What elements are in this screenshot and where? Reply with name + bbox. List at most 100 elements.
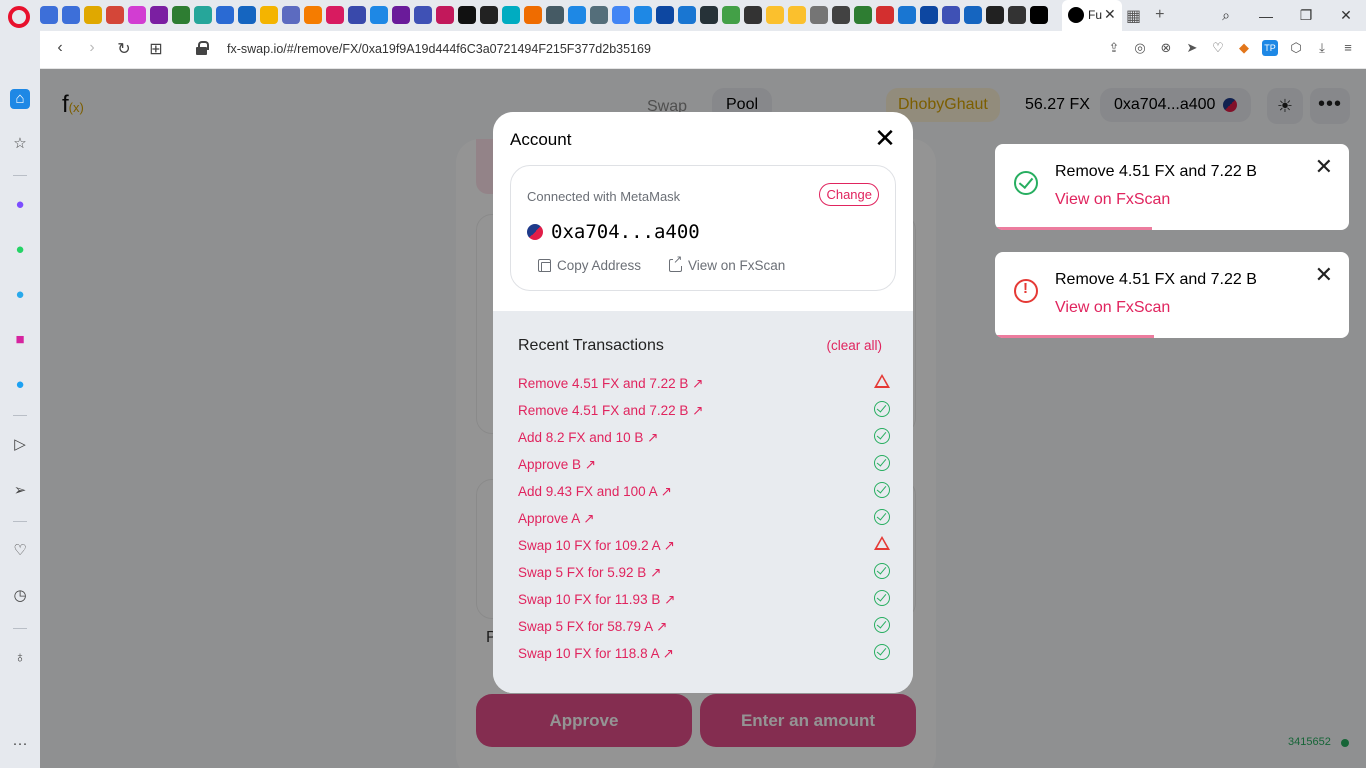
pinned-tab-favicon-icon[interactable] (788, 6, 806, 24)
pinned-tab-favicon-icon[interactable] (656, 6, 674, 24)
toast-fxscan-link[interactable]: View on FxScan (1055, 299, 1170, 317)
change-wallet-button[interactable]: Change (819, 183, 879, 206)
heart-icon[interactable]: ♡ (1210, 40, 1226, 56)
tab-close-icon[interactable]: ✕ (1104, 6, 1116, 23)
pinned-tab-favicon-icon[interactable] (810, 6, 828, 24)
pinned-tab-favicon-icon[interactable] (172, 6, 190, 24)
transaction-item[interactable]: Swap 5 FX for 5.92 B ↗ (518, 563, 890, 590)
transaction-link[interactable]: Swap 10 FX for 118.8 A ↗ (518, 646, 674, 662)
pinned-tab-favicon-icon[interactable] (392, 6, 410, 24)
metamask-icon[interactable]: ◆ (1236, 40, 1252, 56)
pinned-tab-favicon-icon[interactable] (832, 6, 850, 24)
transaction-link[interactable]: Add 9.43 FX and 100 A ↗ (518, 484, 672, 500)
copy-address-button[interactable]: Copy Address (538, 258, 641, 273)
forward-icon[interactable]: › (82, 39, 102, 57)
new-tab-icon[interactable]: + (1155, 6, 1164, 26)
pinned-tab-favicon-icon[interactable] (524, 6, 542, 24)
pinned-tab-favicon-icon[interactable] (414, 6, 432, 24)
pinned-tab-favicon-icon[interactable] (150, 6, 168, 24)
pinned-tab-favicon-icon[interactable] (920, 6, 938, 24)
pinned-tab-favicon-icon[interactable] (370, 6, 388, 24)
toast-fxscan-link[interactable]: View on FxScan (1055, 191, 1170, 209)
pinned-tab-favicon-icon[interactable] (986, 6, 1004, 24)
pinned-tab-favicon-icon[interactable] (854, 6, 872, 24)
pinned-tab-favicon-icon[interactable] (480, 6, 498, 24)
pinned-tab-favicon-icon[interactable] (304, 6, 322, 24)
pinned-tab-favicon-icon[interactable] (216, 6, 234, 24)
send-icon[interactable]: ➤ (1184, 40, 1200, 56)
download-icon[interactable]: ⤓ (1314, 40, 1330, 56)
pinned-tab-favicon-icon[interactable] (634, 6, 652, 24)
opera-logo-icon[interactable] (8, 6, 30, 28)
transaction-item[interactable]: Swap 10 FX for 109.2 A ↗ (518, 536, 890, 563)
messenger-icon[interactable]: ● (10, 195, 30, 215)
search-tabs-icon[interactable]: ⌕ (1206, 7, 1246, 24)
active-tab[interactable]: Fu ✕ (1062, 0, 1122, 31)
transaction-item[interactable]: Remove 4.51 FX and 7.22 B ↗ (518, 401, 890, 428)
transaction-item[interactable]: Remove 4.51 FX and 7.22 B ↗ (518, 374, 890, 401)
camera-icon[interactable]: ◎ (1132, 40, 1148, 56)
pinned-tab-favicon-icon[interactable] (260, 6, 278, 24)
speed-dial-icon[interactable]: ⊞ (146, 39, 166, 59)
player-icon[interactable]: ▷ (10, 435, 30, 455)
transaction-item[interactable]: Add 9.43 FX and 100 A ↗ (518, 482, 890, 509)
transaction-link[interactable]: Swap 5 FX for 5.92 B ↗ (518, 565, 661, 581)
pinned-tab-favicon-icon[interactable] (40, 6, 58, 24)
transaction-link[interactable]: Remove 4.51 FX and 7.22 B ↗ (518, 403, 703, 419)
view-on-fxscan-link[interactable]: View on FxScan (669, 253, 785, 273)
instagram-icon[interactable]: ■ (10, 330, 30, 350)
transaction-item[interactable]: Swap 10 FX for 118.8 A ↗ (518, 644, 890, 671)
transaction-item[interactable]: Approve A ↗ (518, 509, 890, 536)
pinned-tab-favicon-icon[interactable] (876, 6, 894, 24)
extension-tp-icon[interactable]: TP (1262, 40, 1278, 56)
telegram-icon[interactable]: ● (10, 285, 30, 305)
flow-icon[interactable]: ➢ (10, 481, 30, 501)
transaction-link[interactable]: Approve A ↗ (518, 511, 595, 527)
transaction-item[interactable]: Add 8.2 FX and 10 B ↗ (518, 428, 890, 455)
pinned-tab-favicon-icon[interactable] (964, 6, 982, 24)
transaction-link[interactable]: Swap 10 FX for 11.93 B ↗ (518, 592, 675, 608)
back-icon[interactable]: ‹ (50, 39, 70, 57)
pinned-tab-favicon-icon[interactable] (282, 6, 300, 24)
pinned-tab-favicon-icon[interactable] (84, 6, 102, 24)
transaction-link[interactable]: Swap 5 FX for 58.79 A ↗ (518, 619, 667, 635)
sidebar-more-icon[interactable]: ··· (10, 734, 30, 754)
pinned-tab-favicon-icon[interactable] (546, 6, 564, 24)
tips-bulb-icon[interactable]: ♁ (10, 648, 30, 668)
pinned-tab-favicon-icon[interactable] (942, 6, 960, 24)
close-window-icon[interactable]: ✕ (1326, 7, 1366, 24)
whatsapp-icon[interactable]: ● (10, 240, 30, 260)
reload-icon[interactable]: ↻ (114, 39, 134, 59)
toast-close-icon[interactable]: ✕ (1315, 154, 1333, 180)
pinned-tab-favicon-icon[interactable] (700, 6, 718, 24)
pinned-tab-favicon-icon[interactable] (436, 6, 454, 24)
minimize-icon[interactable]: — (1246, 8, 1286, 24)
pinned-tab-favicon-icon[interactable] (568, 6, 586, 24)
transaction-item[interactable]: Swap 10 FX for 11.93 B ↗ (518, 590, 890, 617)
transaction-link[interactable]: Add 8.2 FX and 10 B ↗ (518, 430, 658, 446)
transaction-link[interactable]: Remove 4.51 FX and 7.22 B ↗ (518, 376, 703, 392)
home-icon[interactable]: ⌂ (10, 89, 30, 109)
transaction-item[interactable]: Swap 5 FX for 58.79 A ↗ (518, 617, 890, 644)
pinned-tab-favicon-icon[interactable] (766, 6, 784, 24)
transaction-item[interactable]: Approve B ↗ (518, 455, 890, 482)
pinned-tab-favicon-icon[interactable] (744, 6, 762, 24)
close-icon[interactable]: ✕ (873, 124, 897, 152)
toast-close-icon[interactable]: ✕ (1315, 262, 1333, 288)
pinned-tab-favicon-icon[interactable] (194, 6, 212, 24)
extension-cube-icon[interactable]: ⬡ (1288, 40, 1304, 56)
pinned-tab-favicon-icon[interactable] (128, 6, 146, 24)
share-icon[interactable]: ⇪ (1106, 40, 1122, 56)
menu-icon[interactable]: ≡ (1340, 40, 1356, 56)
tab-grid-icon[interactable]: ▦ (1126, 6, 1141, 26)
clear-all-button[interactable]: (clear all) (826, 338, 882, 353)
bookmarks-icon[interactable]: ☆ (10, 134, 30, 154)
pinned-tab-favicon-icon[interactable] (722, 6, 740, 24)
pinned-tab-favicon-icon[interactable] (1008, 6, 1026, 24)
pinned-tab-favicon-icon[interactable] (238, 6, 256, 24)
pinned-tab-favicon-icon[interactable] (458, 6, 476, 24)
pinned-tab-favicon-icon[interactable] (62, 6, 80, 24)
url-field[interactable]: fx-swap.io/#/remove/FX/0xa19f9A19d444f6C… (227, 42, 651, 56)
pinned-tab-favicon-icon[interactable] (502, 6, 520, 24)
twitter-icon[interactable]: ● (10, 375, 30, 395)
